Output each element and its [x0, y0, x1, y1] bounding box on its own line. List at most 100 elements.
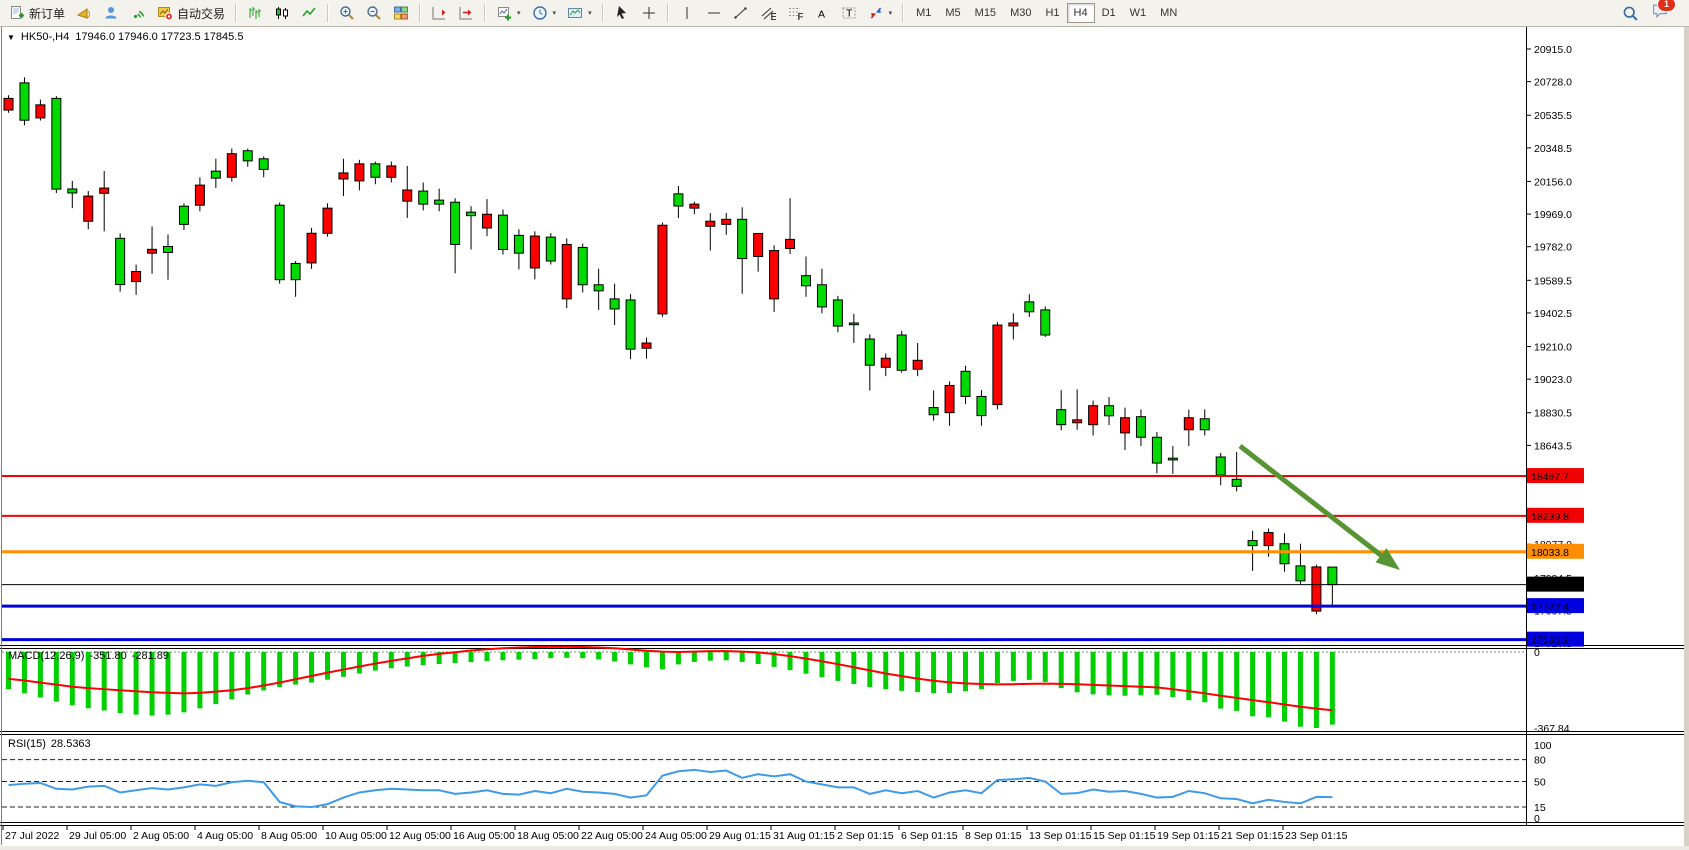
candle [100, 188, 109, 193]
candle [211, 171, 220, 178]
scroll-to-end-button[interactable] [453, 2, 479, 24]
vertical-line-button[interactable] [674, 2, 700, 24]
time-tick-label: 6 Sep 01:15 [901, 830, 958, 842]
time-tick-label: 2 Sep 01:15 [837, 830, 894, 842]
cursor-button[interactable] [609, 2, 635, 24]
chevron-down-icon: ▾ [588, 9, 592, 17]
price-tick-label: 19023.0 [1534, 374, 1572, 386]
horizontal-line-button[interactable] [701, 2, 727, 24]
candle-chart-button[interactable] [269, 2, 295, 24]
rsi-value: 28.5363 [51, 738, 91, 750]
time-tick-label: 29 Aug 01:15 [709, 830, 771, 842]
crosshair-button[interactable] [636, 2, 662, 24]
tile-windows-icon [393, 5, 409, 21]
arrows-tool-button[interactable]: ▾ [863, 2, 898, 24]
time-tick-label: 19 Sep 01:15 [1157, 830, 1220, 842]
autotrade-button[interactable]: 自动交易 [152, 2, 230, 24]
candle [1136, 417, 1145, 438]
timeframe-h1[interactable]: H1 [1038, 3, 1066, 23]
candle [722, 219, 731, 224]
alerts-button[interactable] [71, 2, 97, 24]
crosshair-icon [641, 5, 657, 21]
candle [1264, 533, 1273, 546]
alerts-horn-icon [76, 5, 92, 21]
line-chart-icon [301, 5, 317, 21]
timeframe-m1[interactable]: M1 [909, 3, 938, 23]
candle [578, 247, 587, 284]
time-tick-label: 23 Sep 01:15 [1285, 830, 1348, 842]
price-tick-label: 20728.0 [1534, 77, 1572, 89]
fibonacci-icon: F [787, 5, 803, 21]
candle [467, 212, 476, 215]
candle [546, 237, 555, 261]
auto-shift-button[interactable] [426, 2, 452, 24]
new-chart-button[interactable]: ▾ [491, 2, 526, 24]
timeframe-w1[interactable]: W1 [1123, 3, 1154, 23]
rsi-scale-label: 50 [1534, 777, 1546, 789]
zoom-out-button[interactable] [361, 2, 387, 24]
chart-caption: ▼ HK50-,H4 17946.0 17946.0 17723.5 17845… [7, 31, 243, 43]
rsi-scale-label: 100 [1534, 740, 1552, 752]
price-chart[interactable]: 20915.020728.020535.520348.520156.019969… [0, 0, 1689, 850]
timeframe-h4[interactable]: H4 [1067, 3, 1095, 23]
signals-button[interactable] [125, 2, 151, 24]
time-tick-label: 2 Aug 05:00 [133, 830, 189, 842]
toolbar-separator [602, 4, 604, 22]
candle [1057, 410, 1066, 425]
chart-background [0, 27, 1689, 850]
candle [833, 300, 842, 326]
clock-icon [532, 5, 548, 21]
candle [754, 233, 763, 256]
trendline-icon [733, 5, 749, 21]
line-chart-button[interactable] [296, 2, 322, 24]
timeframe-m15[interactable]: M15 [968, 3, 1003, 23]
candle [355, 164, 364, 181]
candle [993, 325, 1002, 405]
candle [116, 238, 125, 284]
candle [881, 358, 890, 367]
arrows-icon [868, 5, 884, 21]
candle [1009, 323, 1018, 326]
tile-windows-button[interactable] [388, 2, 414, 24]
chat-button[interactable]: 1 [1651, 2, 1669, 24]
text-tool-button[interactable]: A [809, 2, 835, 24]
symbol-dropdown-icon[interactable]: ▼ [7, 33, 15, 42]
zoom-in-button[interactable] [334, 2, 360, 24]
periods-button[interactable]: ▾ [527, 2, 562, 24]
price-badge-label: 18033.8 [1531, 547, 1569, 559]
candle [1089, 406, 1098, 425]
candle [1073, 420, 1082, 423]
candle [802, 276, 811, 286]
equidistant-channel-button[interactable]: E [755, 2, 781, 24]
toolbar-separator [235, 4, 237, 22]
time-tick-label: 16 Aug 05:00 [453, 830, 515, 842]
timeframe-d1[interactable]: D1 [1095, 3, 1123, 23]
price-badge-label: 18239.8 [1531, 511, 1569, 523]
new-order-button[interactable]: 新订单 [4, 2, 70, 24]
rsi-indicator-label: RSI(15) 28.5363 [8, 738, 91, 750]
fibonacci-button[interactable]: F [782, 2, 808, 24]
timeframe-mn[interactable]: MN [1153, 3, 1184, 23]
candle [307, 233, 316, 263]
candle [132, 271, 141, 281]
candle [674, 194, 683, 206]
new-order-label: 新订单 [29, 5, 65, 22]
templates-button[interactable]: ▾ [562, 2, 597, 24]
zoom-in-icon [339, 5, 355, 21]
candle [1152, 437, 1161, 463]
candle [1280, 544, 1289, 564]
timeframe-m5[interactable]: M5 [938, 3, 967, 23]
toolbar-separator [902, 4, 904, 22]
svg-text:E: E [770, 11, 776, 21]
text-label-button[interactable]: T [836, 2, 862, 24]
toolbar-right-group: 1 [1622, 2, 1685, 24]
trendline-button[interactable] [728, 2, 754, 24]
search-icon[interactable] [1622, 5, 1639, 22]
community-button[interactable] [98, 2, 124, 24]
bar-chart-button[interactable] [242, 2, 268, 24]
timeframe-m30[interactable]: M30 [1003, 3, 1038, 23]
candle [977, 396, 986, 415]
time-tick-label: 13 Sep 01:15 [1029, 830, 1092, 842]
candle [20, 83, 29, 120]
candle [323, 208, 332, 233]
